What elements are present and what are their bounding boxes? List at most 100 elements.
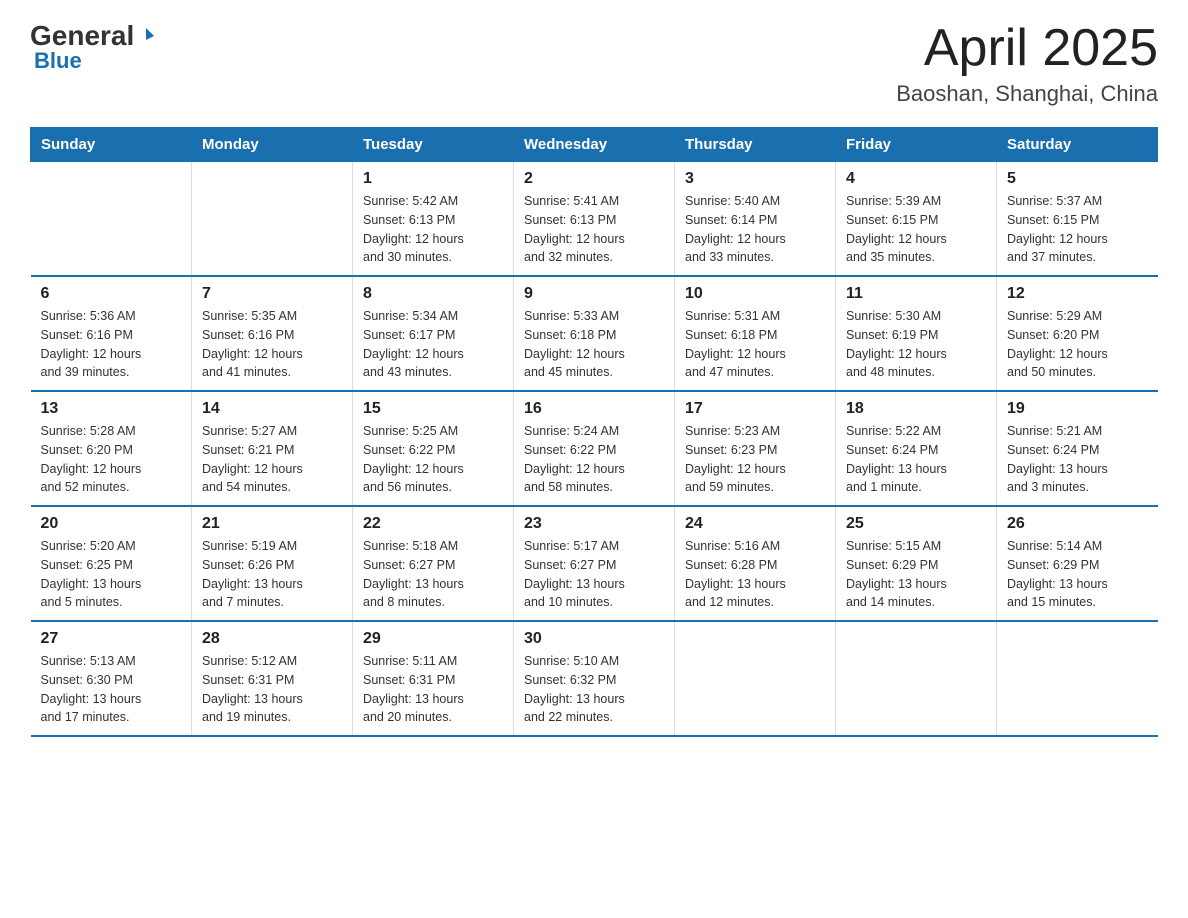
calendar-cell: 8 Sunrise: 5:34 AM Sunset: 6:17 PM Daylig… bbox=[353, 276, 514, 391]
day-info: Sunrise: 5:31 AM Sunset: 6:18 PM Dayligh… bbox=[685, 307, 825, 382]
calendar-cell bbox=[31, 162, 192, 277]
day-number: 15 bbox=[363, 400, 503, 418]
calendar-cell: 19 Sunrise: 5:21 AM Sunset: 6:24 PM Dayli… bbox=[997, 391, 1158, 506]
day-number: 9 bbox=[524, 285, 664, 303]
day-number: 11 bbox=[846, 285, 986, 303]
logo-blue-text: Blue bbox=[34, 48, 82, 74]
calendar-cell: 13 Sunrise: 5:28 AM Sunset: 6:20 PM Dayli… bbox=[31, 391, 192, 506]
day-number: 8 bbox=[363, 285, 503, 303]
day-info: Sunrise: 5:37 AM Sunset: 6:15 PM Dayligh… bbox=[1007, 192, 1148, 267]
day-number: 21 bbox=[202, 515, 342, 533]
calendar-day-header: Tuesday bbox=[353, 128, 514, 162]
day-info: Sunrise: 5:12 AM Sunset: 6:31 PM Dayligh… bbox=[202, 652, 342, 727]
day-info: Sunrise: 5:34 AM Sunset: 6:17 PM Dayligh… bbox=[363, 307, 503, 382]
logo: General Blue bbox=[30, 20, 156, 74]
day-info: Sunrise: 5:15 AM Sunset: 6:29 PM Dayligh… bbox=[846, 537, 986, 612]
day-info: Sunrise: 5:36 AM Sunset: 6:16 PM Dayligh… bbox=[41, 307, 182, 382]
calendar-week-row: 1 Sunrise: 5:42 AM Sunset: 6:13 PM Daylig… bbox=[31, 162, 1158, 277]
day-number: 23 bbox=[524, 515, 664, 533]
calendar-cell: 3Sunrise: 5:40 AM Sunset: 6:14 PM Daylig… bbox=[675, 162, 836, 277]
calendar-day-header: Wednesday bbox=[514, 128, 675, 162]
day-info: Sunrise: 5:39 AM Sunset: 6:15 PM Dayligh… bbox=[846, 192, 986, 267]
day-info: Sunrise: 5:13 AM Sunset: 6:30 PM Dayligh… bbox=[41, 652, 182, 727]
calendar-cell: 9 Sunrise: 5:33 AM Sunset: 6:18 PM Daylig… bbox=[514, 276, 675, 391]
calendar-week-row: 20 Sunrise: 5:20 AM Sunset: 6:25 PM Dayli… bbox=[31, 506, 1158, 621]
day-number: 16 bbox=[524, 400, 664, 418]
calendar-week-row: 6 Sunrise: 5:36 AM Sunset: 6:16 PM Daylig… bbox=[31, 276, 1158, 391]
day-info: Sunrise: 5:11 AM Sunset: 6:31 PM Dayligh… bbox=[363, 652, 503, 727]
calendar-cell: 7 Sunrise: 5:35 AM Sunset: 6:16 PM Daylig… bbox=[192, 276, 353, 391]
calendar-cell: 22 Sunrise: 5:18 AM Sunset: 6:27 PM Dayli… bbox=[353, 506, 514, 621]
calendar-cell: 18Sunrise: 5:22 AM Sunset: 6:24 PM Dayli… bbox=[836, 391, 997, 506]
day-number: 25 bbox=[846, 515, 986, 533]
day-info: Sunrise: 5:25 AM Sunset: 6:22 PM Dayligh… bbox=[363, 422, 503, 497]
calendar-table: SundayMondayTuesdayWednesdayThursdayFrid… bbox=[30, 127, 1158, 737]
calendar-cell: 26 Sunrise: 5:14 AM Sunset: 6:29 PM Dayli… bbox=[997, 506, 1158, 621]
day-number: 5 bbox=[1007, 170, 1148, 188]
day-number: 18 bbox=[846, 400, 986, 418]
day-info: Sunrise: 5:10 AM Sunset: 6:32 PM Dayligh… bbox=[524, 652, 664, 727]
day-number: 29 bbox=[363, 630, 503, 648]
day-info: Sunrise: 5:17 AM Sunset: 6:27 PM Dayligh… bbox=[524, 537, 664, 612]
calendar-cell: 14Sunrise: 5:27 AM Sunset: 6:21 PM Dayli… bbox=[192, 391, 353, 506]
day-number: 27 bbox=[41, 630, 182, 648]
calendar-cell: 12 Sunrise: 5:29 AM Sunset: 6:20 PM Dayli… bbox=[997, 276, 1158, 391]
day-info: Sunrise: 5:42 AM Sunset: 6:13 PM Dayligh… bbox=[363, 192, 503, 267]
day-number: 7 bbox=[202, 285, 342, 303]
day-number: 20 bbox=[41, 515, 182, 533]
calendar-cell: 10Sunrise: 5:31 AM Sunset: 6:18 PM Dayli… bbox=[675, 276, 836, 391]
day-number: 6 bbox=[41, 285, 182, 303]
calendar-day-header: Sunday bbox=[31, 128, 192, 162]
day-info: Sunrise: 5:19 AM Sunset: 6:26 PM Dayligh… bbox=[202, 537, 342, 612]
day-info: Sunrise: 5:35 AM Sunset: 6:16 PM Dayligh… bbox=[202, 307, 342, 382]
day-number: 24 bbox=[685, 515, 825, 533]
day-number: 26 bbox=[1007, 515, 1148, 533]
day-number: 4 bbox=[846, 170, 986, 188]
calendar-cell bbox=[192, 162, 353, 277]
calendar-day-header: Monday bbox=[192, 128, 353, 162]
calendar-cell: 16 Sunrise: 5:24 AM Sunset: 6:22 PM Dayli… bbox=[514, 391, 675, 506]
calendar-cell: 4 Sunrise: 5:39 AM Sunset: 6:15 PM Daylig… bbox=[836, 162, 997, 277]
day-number: 28 bbox=[202, 630, 342, 648]
calendar-cell: 30 Sunrise: 5:10 AM Sunset: 6:32 PM Dayli… bbox=[514, 621, 675, 736]
calendar-cell: 2 Sunrise: 5:41 AM Sunset: 6:13 PM Daylig… bbox=[514, 162, 675, 277]
calendar-cell: 21 Sunrise: 5:19 AM Sunset: 6:26 PM Dayli… bbox=[192, 506, 353, 621]
calendar-week-row: 13 Sunrise: 5:28 AM Sunset: 6:20 PM Dayli… bbox=[31, 391, 1158, 506]
day-number: 30 bbox=[524, 630, 664, 648]
calendar-cell: 15 Sunrise: 5:25 AM Sunset: 6:22 PM Dayli… bbox=[353, 391, 514, 506]
day-info: Sunrise: 5:41 AM Sunset: 6:13 PM Dayligh… bbox=[524, 192, 664, 267]
calendar-cell bbox=[997, 621, 1158, 736]
day-info: Sunrise: 5:16 AM Sunset: 6:28 PM Dayligh… bbox=[685, 537, 825, 612]
day-number: 2 bbox=[524, 170, 664, 188]
calendar-header-row: SundayMondayTuesdayWednesdayThursdayFrid… bbox=[31, 128, 1158, 162]
day-info: Sunrise: 5:30 AM Sunset: 6:19 PM Dayligh… bbox=[846, 307, 986, 382]
day-info: Sunrise: 5:18 AM Sunset: 6:27 PM Dayligh… bbox=[363, 537, 503, 612]
day-number: 22 bbox=[363, 515, 503, 533]
calendar-cell: 23 Sunrise: 5:17 AM Sunset: 6:27 PM Dayli… bbox=[514, 506, 675, 621]
calendar-day-header: Saturday bbox=[997, 128, 1158, 162]
day-info: Sunrise: 5:28 AM Sunset: 6:20 PM Dayligh… bbox=[41, 422, 182, 497]
title-section: April 2025 Baoshan, Shanghai, China bbox=[896, 20, 1158, 107]
day-info: Sunrise: 5:40 AM Sunset: 6:14 PM Dayligh… bbox=[685, 192, 825, 267]
day-number: 1 bbox=[363, 170, 503, 188]
day-number: 13 bbox=[41, 400, 182, 418]
day-info: Sunrise: 5:29 AM Sunset: 6:20 PM Dayligh… bbox=[1007, 307, 1148, 382]
calendar-cell bbox=[836, 621, 997, 736]
day-info: Sunrise: 5:20 AM Sunset: 6:25 PM Dayligh… bbox=[41, 537, 182, 612]
day-info: Sunrise: 5:33 AM Sunset: 6:18 PM Dayligh… bbox=[524, 307, 664, 382]
calendar-cell: 28 Sunrise: 5:12 AM Sunset: 6:31 PM Dayli… bbox=[192, 621, 353, 736]
page-title: April 2025 bbox=[896, 20, 1158, 77]
day-info: Sunrise: 5:24 AM Sunset: 6:22 PM Dayligh… bbox=[524, 422, 664, 497]
day-info: Sunrise: 5:14 AM Sunset: 6:29 PM Dayligh… bbox=[1007, 537, 1148, 612]
calendar-day-header: Thursday bbox=[675, 128, 836, 162]
page-subtitle: Baoshan, Shanghai, China bbox=[896, 81, 1158, 107]
day-info: Sunrise: 5:21 AM Sunset: 6:24 PM Dayligh… bbox=[1007, 422, 1148, 497]
calendar-cell: 6 Sunrise: 5:36 AM Sunset: 6:16 PM Daylig… bbox=[31, 276, 192, 391]
day-number: 17 bbox=[685, 400, 825, 418]
calendar-day-header: Friday bbox=[836, 128, 997, 162]
calendar-cell: 29 Sunrise: 5:11 AM Sunset: 6:31 PM Dayli… bbox=[353, 621, 514, 736]
calendar-cell: 17Sunrise: 5:23 AM Sunset: 6:23 PM Dayli… bbox=[675, 391, 836, 506]
day-number: 19 bbox=[1007, 400, 1148, 418]
page-header: General Blue April 2025 Baoshan, Shangha… bbox=[30, 20, 1158, 107]
day-number: 12 bbox=[1007, 285, 1148, 303]
